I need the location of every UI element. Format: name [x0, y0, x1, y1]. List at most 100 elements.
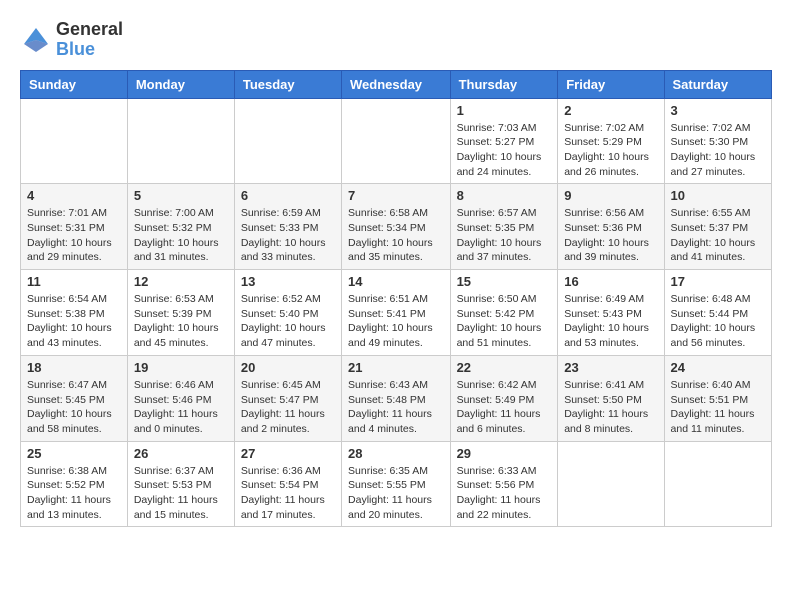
calendar-table: SundayMondayTuesdayWednesdayThursdayFrid… [20, 70, 772, 528]
day-info: Sunrise: 6:54 AMSunset: 5:38 PMDaylight:… [27, 292, 121, 351]
day-number: 26 [134, 446, 228, 461]
day-number: 3 [671, 103, 765, 118]
calendar-cell: 5 Sunrise: 7:00 AMSunset: 5:32 PMDaylight… [127, 184, 234, 270]
page-header: General Blue [20, 20, 772, 60]
calendar-cell [127, 98, 234, 184]
day-info: Sunrise: 6:56 AMSunset: 5:36 PMDaylight:… [564, 206, 657, 265]
calendar-cell: 2 Sunrise: 7:02 AMSunset: 5:29 PMDaylight… [558, 98, 664, 184]
day-number: 10 [671, 188, 765, 203]
calendar-cell: 9Sunrise: 6:56 AMSunset: 5:36 PMDaylight… [558, 184, 664, 270]
day-info: Sunrise: 6:38 AMSunset: 5:52 PMDaylight:… [27, 464, 121, 523]
calendar-body: 1 Sunrise: 7:03 AMSunset: 5:27 PMDaylight… [21, 98, 772, 527]
day-info: Sunrise: 6:50 AMSunset: 5:42 PMDaylight:… [457, 292, 552, 351]
day-number: 1 [457, 103, 552, 118]
calendar-cell: 8 Sunrise: 6:57 AMSunset: 5:35 PMDaylight… [450, 184, 558, 270]
calendar-cell [21, 98, 128, 184]
day-info: Sunrise: 6:51 AMSunset: 5:41 PMDaylight:… [348, 292, 444, 351]
day-number: 25 [27, 446, 121, 461]
weekday-header-thursday: Thursday [450, 70, 558, 98]
calendar-cell: 19Sunrise: 6:46 AMSunset: 5:46 PMDayligh… [127, 355, 234, 441]
calendar-cell [342, 98, 451, 184]
calendar-cell: 26Sunrise: 6:37 AMSunset: 5:53 PMDayligh… [127, 441, 234, 527]
logo-text: General Blue [56, 20, 123, 60]
day-number: 8 [457, 188, 552, 203]
calendar-cell: 6 Sunrise: 6:59 AMSunset: 5:33 PMDaylight… [234, 184, 341, 270]
calendar-cell [664, 441, 771, 527]
day-number: 15 [457, 274, 552, 289]
weekday-header-row: SundayMondayTuesdayWednesdayThursdayFrid… [21, 70, 772, 98]
calendar-week-5: 25 Sunrise: 6:38 AMSunset: 5:52 PMDayligh… [21, 441, 772, 527]
day-info: Sunrise: 6:57 AMSunset: 5:35 PMDaylight:… [457, 206, 552, 265]
day-info: Sunrise: 6:49 AMSunset: 5:43 PMDaylight:… [564, 292, 657, 351]
day-info: Sunrise: 6:36 AMSunset: 5:54 PMDaylight:… [241, 464, 335, 523]
day-number: 17 [671, 274, 765, 289]
calendar-cell: 4Sunrise: 7:01 AMSunset: 5:31 PMDaylight… [21, 184, 128, 270]
day-number: 19 [134, 360, 228, 375]
calendar-cell: 20 Sunrise: 6:45 AMSunset: 5:47 PMDayligh… [234, 355, 341, 441]
calendar-cell: 21 Sunrise: 6:43 AMSunset: 5:48 PMDayligh… [342, 355, 451, 441]
day-info: Sunrise: 6:48 AMSunset: 5:44 PMDaylight:… [671, 292, 765, 351]
calendar-cell: 1 Sunrise: 7:03 AMSunset: 5:27 PMDaylight… [450, 98, 558, 184]
weekday-header-friday: Friday [558, 70, 664, 98]
calendar-cell: 13 Sunrise: 6:52 AMSunset: 5:40 PMDayligh… [234, 270, 341, 356]
calendar-cell: 11 Sunrise: 6:54 AMSunset: 5:38 PMDayligh… [21, 270, 128, 356]
day-number: 5 [134, 188, 228, 203]
day-info: Sunrise: 6:45 AMSunset: 5:47 PMDaylight:… [241, 378, 335, 437]
calendar-cell: 22 Sunrise: 6:42 AMSunset: 5:49 PMDayligh… [450, 355, 558, 441]
day-info: Sunrise: 6:40 AMSunset: 5:51 PMDaylight:… [671, 378, 765, 437]
day-number: 11 [27, 274, 121, 289]
calendar-cell: 23 Sunrise: 6:41 AMSunset: 5:50 PMDayligh… [558, 355, 664, 441]
day-number: 22 [457, 360, 552, 375]
day-number: 12 [134, 274, 228, 289]
day-info: Sunrise: 6:58 AMSunset: 5:34 PMDaylight:… [348, 206, 444, 265]
calendar-week-1: 1 Sunrise: 7:03 AMSunset: 5:27 PMDaylight… [21, 98, 772, 184]
day-number: 18 [27, 360, 121, 375]
day-info: Sunrise: 6:35 AMSunset: 5:55 PMDaylight:… [348, 464, 444, 523]
day-number: 27 [241, 446, 335, 461]
day-number: 6 [241, 188, 335, 203]
calendar-cell: 25 Sunrise: 6:38 AMSunset: 5:52 PMDayligh… [21, 441, 128, 527]
calendar-cell: 27 Sunrise: 6:36 AMSunset: 5:54 PMDayligh… [234, 441, 341, 527]
day-info: Sunrise: 7:03 AMSunset: 5:27 PMDaylight:… [457, 121, 552, 180]
calendar-cell: 15 Sunrise: 6:50 AMSunset: 5:42 PMDayligh… [450, 270, 558, 356]
day-number: 2 [564, 103, 657, 118]
day-number: 13 [241, 274, 335, 289]
calendar-cell: 29Sunrise: 6:33 AMSunset: 5:56 PMDayligh… [450, 441, 558, 527]
day-number: 20 [241, 360, 335, 375]
calendar-cell: 24Sunrise: 6:40 AMSunset: 5:51 PMDayligh… [664, 355, 771, 441]
day-info: Sunrise: 6:41 AMSunset: 5:50 PMDaylight:… [564, 378, 657, 437]
calendar-cell: 14 Sunrise: 6:51 AMSunset: 5:41 PMDayligh… [342, 270, 451, 356]
day-info: Sunrise: 7:00 AMSunset: 5:32 PMDaylight:… [134, 206, 228, 265]
day-info: Sunrise: 6:55 AMSunset: 5:37 PMDaylight:… [671, 206, 765, 265]
logo: General Blue [20, 20, 123, 60]
day-number: 21 [348, 360, 444, 375]
weekday-header-saturday: Saturday [664, 70, 771, 98]
calendar-cell: 16 Sunrise: 6:49 AMSunset: 5:43 PMDayligh… [558, 270, 664, 356]
day-info: Sunrise: 6:59 AMSunset: 5:33 PMDaylight:… [241, 206, 335, 265]
day-info: Sunrise: 7:02 AMSunset: 5:29 PMDaylight:… [564, 121, 657, 180]
day-number: 16 [564, 274, 657, 289]
day-info: Sunrise: 6:52 AMSunset: 5:40 PMDaylight:… [241, 292, 335, 351]
day-info: Sunrise: 6:42 AMSunset: 5:49 PMDaylight:… [457, 378, 552, 437]
weekday-header-monday: Monday [127, 70, 234, 98]
calendar-cell: 10 Sunrise: 6:55 AMSunset: 5:37 PMDayligh… [664, 184, 771, 270]
day-number: 7 [348, 188, 444, 203]
day-info: Sunrise: 6:53 AMSunset: 5:39 PMDaylight:… [134, 292, 228, 351]
day-number: 29 [457, 446, 552, 461]
calendar-cell [558, 441, 664, 527]
calendar-cell [234, 98, 341, 184]
calendar-cell: 12 Sunrise: 6:53 AMSunset: 5:39 PMDayligh… [127, 270, 234, 356]
day-number: 23 [564, 360, 657, 375]
day-info: Sunrise: 6:43 AMSunset: 5:48 PMDaylight:… [348, 378, 444, 437]
day-number: 28 [348, 446, 444, 461]
calendar-cell: 18Sunrise: 6:47 AMSunset: 5:45 PMDayligh… [21, 355, 128, 441]
day-number: 4 [27, 188, 121, 203]
calendar-cell: 3Sunrise: 7:02 AMSunset: 5:30 PMDaylight… [664, 98, 771, 184]
calendar-week-4: 18Sunrise: 6:47 AMSunset: 5:45 PMDayligh… [21, 355, 772, 441]
logo-icon [20, 24, 52, 56]
weekday-header-wednesday: Wednesday [342, 70, 451, 98]
calendar-cell: 28 Sunrise: 6:35 AMSunset: 5:55 PMDayligh… [342, 441, 451, 527]
calendar-cell: 17 Sunrise: 6:48 AMSunset: 5:44 PMDayligh… [664, 270, 771, 356]
calendar-week-2: 4Sunrise: 7:01 AMSunset: 5:31 PMDaylight… [21, 184, 772, 270]
day-number: 14 [348, 274, 444, 289]
